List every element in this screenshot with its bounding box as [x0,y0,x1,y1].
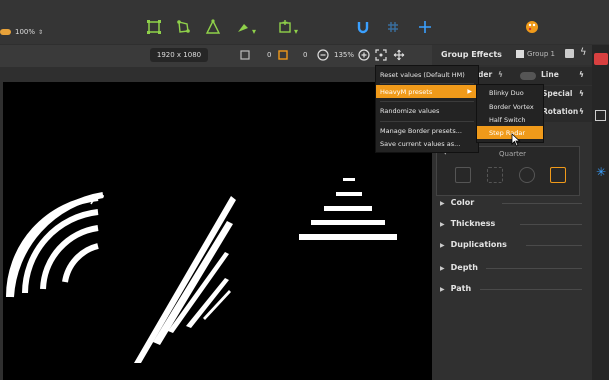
triangle-icon[interactable] [205,19,221,35]
side-strip: ✳ [592,45,609,380]
panel-title: Group Effects [441,50,502,59]
group-settings-icon[interactable] [565,49,574,58]
zoom-in-icon[interactable] [358,49,370,61]
section-thickness[interactable]: ▶ Thickness [440,219,495,228]
section-depth[interactable]: ▶ Depth [440,263,478,272]
magnet-icon[interactable] [356,20,370,34]
lightning-icon[interactable]: ϟ [579,107,584,116]
focus-icon[interactable] [375,49,387,61]
frame-icon[interactable] [277,49,289,61]
lightning-icon[interactable]: ϟ [579,70,584,79]
divider [480,289,582,290]
section-color[interactable]: ▶ Color [440,198,474,207]
canvas-zoom: 135% [334,51,355,59]
move-icon[interactable] [393,49,405,61]
fit-icon[interactable] [239,49,251,61]
submenu-border-vortex[interactable]: Border Vortex [477,100,543,113]
menu-save-current-values[interactable]: Save current values as... [376,137,478,150]
mode-selector: ▼ Quarter [436,146,580,196]
panel-header: Group Effects Group 1 ϟ [432,45,592,65]
chevron-right-icon: ▶ [440,286,445,293]
canvas-shapes [5,178,397,363]
quarter-label: Quarter [499,150,527,158]
mouse-cursor-icon [511,133,521,147]
lightning-icon[interactable]: ϟ [579,89,584,98]
palette-icon[interactable] [525,20,539,34]
play-output-icon[interactable] [595,110,606,121]
field-b[interactable]: 0 [303,51,307,59]
chevron-right-icon: ▶ [440,265,445,272]
stage-header [0,67,432,82]
record-icon[interactable] [594,53,608,65]
section-duplications[interactable]: ▶ Duplications [440,240,507,249]
resolution-label: 1920 x 1080 [150,48,208,62]
top-toolbar: 100% ⇕ ▾ ▾ [0,0,609,44]
rect-select-icon[interactable] [146,19,162,35]
menu-manage-border-presets[interactable]: Manage Border presets... [376,124,478,137]
projection-canvas[interactable] [3,82,433,380]
menu-heavym-presets[interactable]: HeavyM presets ▶ [376,85,478,98]
group-checkbox[interactable] [516,50,524,58]
group-label: Group 1 [527,50,555,58]
preset-menu: Reset values (Default HM) HeavyM presets… [375,65,479,153]
chevron-right-icon: ▶ [440,221,445,228]
menu-randomize[interactable]: Randomize values [376,104,478,117]
divider [486,268,582,269]
lightning-icon[interactable]: ϟ [580,47,587,58]
pen-icon[interactable] [236,20,250,34]
tab-line[interactable]: Line [541,70,559,79]
crosshair-icon[interactable] [418,20,432,34]
divider [502,203,582,204]
section-path[interactable]: ▶ Path [440,284,471,293]
mode-quarter-icon[interactable] [550,167,566,183]
zoom-slider-knob[interactable] [0,29,11,35]
menu-separator [380,83,474,84]
crop-dropdown-icon[interactable]: ▾ [294,24,298,40]
diagonal-stripes [134,196,236,363]
stepper-icon[interactable]: ⇕ [38,29,43,36]
radar-rings [5,195,105,298]
submenu-step-radar[interactable]: Step Radar [477,126,543,139]
submenu-half-switch[interactable]: Half Switch [477,113,543,126]
divider [520,224,582,225]
menu-separator [380,101,474,102]
grid-icon[interactable] [386,20,400,34]
mode-half-icon[interactable] [487,167,503,183]
menu-reset-values[interactable]: Reset values (Default HM) [376,68,478,81]
presets-submenu: Blinky Duo Border Vortex Half Switch Ste… [476,84,544,143]
snowflake-icon[interactable]: ✳ [596,165,606,179]
chevron-right-icon: ▶ [440,242,445,249]
tab-border[interactable]: der [478,70,492,79]
zoom-control[interactable]: 100% ⇕ [0,26,43,38]
pen-dropdown-icon[interactable]: ▾ [252,24,256,40]
node-edit-icon[interactable] [175,19,191,35]
divider [526,245,582,246]
tab-special[interactable]: Special [542,89,573,98]
tab-rotation[interactable]: Rotation [542,107,578,116]
field-a[interactable]: 0 [267,51,271,59]
zoom-out-icon[interactable] [317,49,329,61]
mode-none-icon[interactable] [455,167,471,183]
lightning-icon[interactable]: ϟ [498,70,503,79]
step-lines [299,178,397,240]
submenu-blinky-duo[interactable]: Blinky Duo [477,86,543,99]
mode-radial-icon[interactable] [519,167,535,183]
chevron-right-icon: ▶ [467,88,472,95]
line-toggle[interactable] [520,72,536,80]
crop-icon[interactable] [277,19,293,35]
canvas-toolbar: 1920 x 1080 0 0 135% [0,45,432,67]
zoom-value: 100% [15,28,36,36]
menu-separator [380,121,474,122]
chevron-right-icon: ▶ [440,200,445,207]
